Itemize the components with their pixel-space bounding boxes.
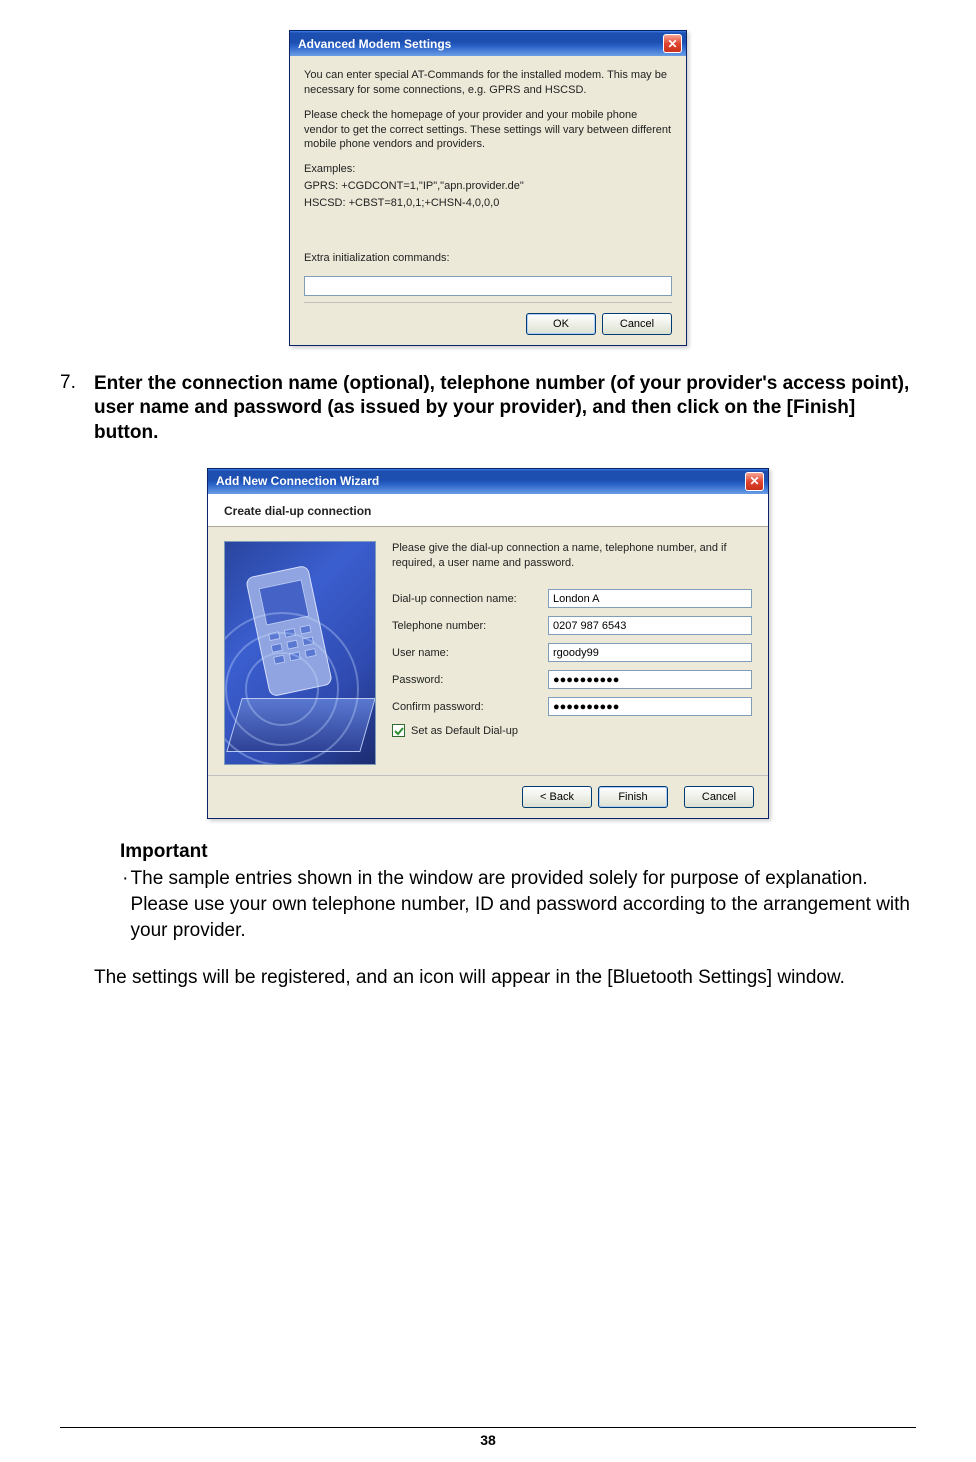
wizard-subtitle: Create dial-up connection [224, 504, 371, 518]
password-input[interactable] [548, 670, 752, 689]
important-text: The sample entries shown in the window a… [131, 866, 916, 943]
page-footer: 38 [0, 1427, 976, 1450]
step-text: Enter the connection name (optional), te… [94, 372, 916, 446]
back-button[interactable]: < Back [522, 786, 592, 808]
set-default-dialup-checkbox[interactable] [392, 724, 405, 737]
telephone-number-input[interactable] [548, 616, 752, 635]
close-icon: ✕ [667, 38, 677, 50]
connection-name-label: Dial-up connection name: [392, 593, 548, 605]
page-number: 38 [480, 1432, 496, 1448]
examples-label: Examples: [304, 162, 672, 177]
example-gprs: GPRS: +CGDCONT=1,"IP","apn.provider.de" [304, 179, 672, 194]
user-name-input[interactable] [548, 643, 752, 662]
confirm-password-input[interactable] [548, 697, 752, 716]
important-block: Important · The sample entries shown in … [120, 839, 916, 944]
close-button[interactable]: ✕ [663, 34, 682, 53]
connection-name-input[interactable] [548, 589, 752, 608]
important-heading: Important [120, 839, 916, 865]
step-number: 7. [60, 372, 94, 446]
cancel-button[interactable]: Cancel [602, 313, 672, 335]
example-hscsd: HSCSD: +CBST=81,0,1;+CHSN-4,0,0,0 [304, 196, 672, 211]
finish-button[interactable]: Finish [598, 786, 668, 808]
extra-commands-input[interactable] [304, 276, 672, 296]
dialog1-para1: You can enter special AT-Commands for th… [304, 68, 672, 98]
add-new-connection-wizard-dialog: Add New Connection Wizard ✕ Create dial-… [207, 468, 769, 819]
bullet-dot-icon: · [120, 866, 131, 943]
close-icon: ✕ [749, 475, 759, 487]
user-name-label: User name: [392, 647, 548, 659]
telephone-number-label: Telephone number: [392, 620, 548, 632]
close-button[interactable]: ✕ [745, 472, 764, 491]
dialog-title: Advanced Modem Settings [298, 37, 451, 51]
confirm-password-label: Confirm password: [392, 701, 548, 713]
extra-commands-label: Extra initialization commands: [304, 251, 672, 266]
checkmark-icon [394, 726, 404, 736]
set-default-dialup-label: Set as Default Dial-up [411, 725, 518, 737]
wizard-illustration [224, 541, 376, 765]
password-label: Password: [392, 674, 548, 686]
cancel-button[interactable]: Cancel [684, 786, 754, 808]
advanced-modem-settings-dialog: Advanced Modem Settings ✕ You can enter … [289, 30, 687, 346]
closing-paragraph: The settings will be registered, and an … [94, 965, 916, 991]
dialog-titlebar: Advanced Modem Settings ✕ [290, 31, 686, 56]
dialog-title: Add New Connection Wizard [216, 474, 379, 488]
dialog-titlebar: Add New Connection Wizard ✕ [208, 469, 768, 494]
ok-button[interactable]: OK [526, 313, 596, 335]
wizard-intro-text: Please give the dial-up connection a nam… [392, 541, 752, 572]
step-7: 7. Enter the connection name (optional),… [60, 372, 916, 446]
dialog1-para2: Please check the homepage of your provid… [304, 108, 672, 153]
wizard-header: Create dial-up connection [208, 494, 768, 527]
